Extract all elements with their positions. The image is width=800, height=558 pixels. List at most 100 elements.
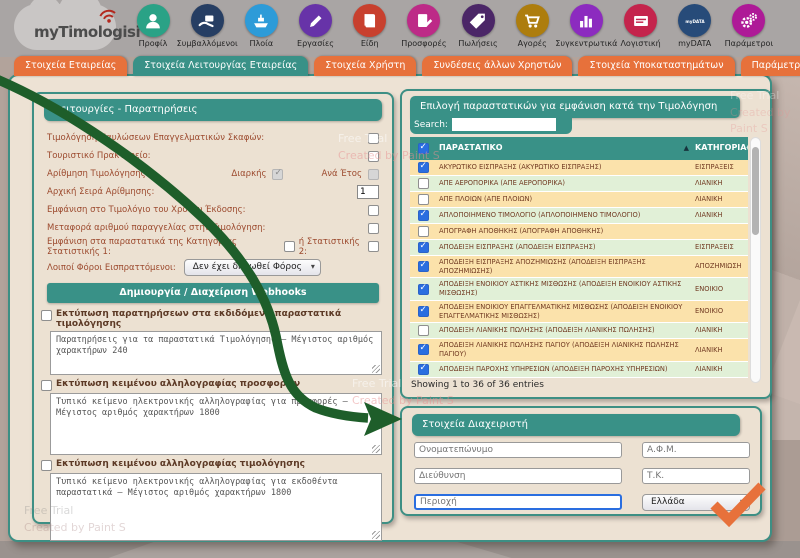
- toolbar-item-2[interactable]: Πλοία: [234, 4, 288, 54]
- row-checkbox[interactable]: [418, 210, 429, 221]
- tab-2[interactable]: Στοιχεία Λειτουργίας Εταιρείας: [133, 56, 308, 76]
- resize-handle-icon[interactable]: [372, 445, 380, 453]
- toolbar-item-9[interactable]: Λογιστική: [614, 4, 668, 54]
- serial-start-input[interactable]: [357, 185, 379, 199]
- row-checkbox[interactable]: [418, 194, 429, 205]
- row-checkbox[interactable]: [418, 284, 429, 295]
- table-row[interactable]: ΑΠΟΔΕΙΞΗ ΠΑΡΟΧΗΣ ΥΠΗΡΕΣΙΩΝ (ΑΠΟΔΕΙΞΗ ΠΑΡ…: [410, 362, 748, 378]
- toolbar-item-1[interactable]: Συμβαλλόμενοι: [180, 4, 234, 54]
- tab-3[interactable]: Στοιχεία Χρήστη: [314, 56, 416, 76]
- print-option-checkbox[interactable]: [41, 380, 52, 391]
- table-row[interactable]: ΑΠΛΟΠΟΙΗΜΕΝΟ ΤΙΜΟΛΟΓΙΟ (ΑΠΛΟΠΟΙΗΜΕΝΟ ΤΙΜ…: [410, 208, 748, 224]
- toolbar-item-7[interactable]: Αγορές: [505, 4, 559, 54]
- category-cell: ΕΝΟΙΚΙΟ: [692, 301, 748, 322]
- table-row[interactable]: ΑΚΥΡΩΤΙΚΟ ΕΙΣΠΡΑΞΗΣ (ΑΚΥΡΩΤΙΚΟ ΕΙΣΠΡΑΞΗΣ…: [410, 160, 748, 176]
- toolbar-item-label: Προσφορές: [401, 39, 446, 48]
- tab-5[interactable]: Στοιχεία Υποκαταστημάτων: [578, 56, 734, 76]
- tab-1[interactable]: Στοιχεία Εταιρείας: [14, 56, 127, 76]
- items-book-icon: [353, 4, 386, 37]
- desktop-background: [770, 57, 800, 542]
- resize-handle-icon[interactable]: [372, 365, 380, 373]
- print-option-checkbox[interactable]: [41, 460, 52, 471]
- toolbar-item-3[interactable]: Εργασίες: [289, 4, 343, 54]
- table-row[interactable]: ΑΠΟΔΕΙΞΗ ΛΙΑΝΙΚΗΣ ΠΩΛΗΣΗΣ ΠΑΓΙΟΥ (ΑΠΟΔΕΙ…: [410, 339, 748, 361]
- contractors-hand-icon: [191, 4, 224, 37]
- tk-input[interactable]: [642, 468, 750, 484]
- desktop-facet: [70, 541, 550, 558]
- row-checkbox[interactable]: [418, 261, 429, 272]
- toolbar-item-4[interactable]: Είδη: [343, 4, 397, 54]
- document-name-cell: ΑΠΟΓΡΑΦΗ ΑΠΟΘΗΚΗΣ (ΑΠΟΓΡΑΦΗ ΑΠΟΘΗΚΗΣ): [436, 224, 692, 239]
- profile-person-icon: [137, 4, 170, 37]
- table-row[interactable]: ΑΠΟΔΕΙΞΗ ΕΙΣΠΡΑΞΗΣ ΑΠΟΖΗΜΙΩΣΗΣ (ΑΠΟΔΕΙΞΗ…: [410, 256, 748, 278]
- document-name: ΑΠΕ ΑΕΡΟΠΟΡΙΚΑ (ΑΠΕ ΑΕΡΟΠΟΡΙΚΑ): [439, 179, 565, 188]
- document-name-cell: ΑΠΛΟΠΟΙΗΜΕΝΟ ΤΙΜΟΛΟΓΙΟ (ΑΠΛΟΠΟΙΗΜΕΝΟ ΤΙΜ…: [436, 208, 692, 223]
- table-row[interactable]: ΑΠΟΔΕΙΞΗ ΛΙΑΝΙΚΗΣ ΠΩΛΗΣΗΣ (ΑΠΟΔΕΙΞΗ ΛΙΑΝ…: [410, 323, 748, 339]
- documents-table: ΠΑΡΑΣΤΑΤΙΚΟ ▲ ΚΑΤΗΓΟΡΙΑ ▲▼ ΑΚΥΡΩΤΙΚΟ ΕΙΣ…: [410, 137, 748, 378]
- row-checkbox[interactable]: [418, 344, 429, 355]
- toolbar-item-10[interactable]: myDATAmyDATA: [668, 4, 722, 54]
- toolbar-item-5[interactable]: Προσφορές: [397, 4, 451, 54]
- category-cell: ΛΙΑΝΙΚΗ: [692, 339, 748, 360]
- offers-document-icon: [407, 4, 440, 37]
- resize-handle-icon[interactable]: [372, 531, 380, 539]
- table-row[interactable]: ΑΠΕ ΑΕΡΟΠΟΡΙΚΑ (ΑΠΕ ΑΕΡΟΠΟΡΙΚΑ)ΛΙΑΝΙΚΗ: [410, 176, 748, 192]
- row-checkbox[interactable]: [418, 226, 429, 237]
- row-checkbox[interactable]: [418, 178, 429, 189]
- print-text-wrap: Τυπικό κείμενο ηλεκτρονικής αλληλογραφία…: [50, 473, 382, 541]
- fullname-input[interactable]: [414, 442, 622, 458]
- select-all-checkbox[interactable]: [418, 143, 429, 154]
- print-textarea[interactable]: Τυπικό κείμενο ηλεκτρονικής αλληλογραφία…: [50, 393, 382, 455]
- table-header-row: ΠΑΡΑΣΤΑΤΙΚΟ ▲ ΚΑΤΗΓΟΡΙΑ ▲▼: [410, 137, 748, 160]
- toolbar-item-0[interactable]: Προφίλ: [126, 4, 180, 54]
- print-textarea[interactable]: Παρατηρήσεις για τα παραστατικά Τιμολόγη…: [50, 331, 382, 375]
- print-option-checkbox[interactable]: [41, 310, 52, 321]
- stat1-checkbox[interactable]: [284, 241, 295, 252]
- afm-input[interactable]: [642, 442, 750, 458]
- table-row[interactable]: ΑΠΟΔΕΙΞΗ ΕΙΣΠΡΑΞΗΣ (ΑΠΟΔΕΙΞΗ ΕΙΣΠΡΑΞΗΣ)Ε…: [410, 240, 748, 256]
- scrollbar-thumb[interactable]: [752, 147, 759, 235]
- row-checkbox[interactable]: [418, 162, 429, 173]
- toolbar-item-label: Είδη: [361, 39, 379, 48]
- setting-checkbox[interactable]: [368, 133, 379, 144]
- toolbar-item-11[interactable]: Παράμετροι: [722, 4, 776, 54]
- setting-label: Μεταφορά αριθμού παραγγελίας στην Τιμολό…: [47, 223, 265, 233]
- table-row[interactable]: ΑΠΟΔΕΙΞΗ ΕΝΟΙΚΙΟΥ ΑΣΤΙΚΗΣ ΜΙΣΘΩΣΗΣ (ΑΠΟΔ…: [410, 278, 748, 300]
- table-row[interactable]: ΑΠΟΔΕΙΞΗ ΕΝΟΙΚΙΟΥ ΕΠΑΓΓΕΛΜΑΤΙΚΗΣ ΜΙΣΘΩΣΗ…: [410, 301, 748, 323]
- webhooks-button[interactable]: Δημιουργία / Διαχείριση Webhooks: [47, 283, 379, 303]
- address-input[interactable]: [414, 468, 622, 484]
- main-toolbar: ΠροφίλΣυμβαλλόμενοιΠλοία Εργασίες Είδη Προσ…: [126, 4, 776, 54]
- tab-4[interactable]: Συνδέσεις άλλων Χρηστών: [422, 56, 572, 76]
- toolbar-item-6[interactable]: Πωλήσεις: [451, 4, 505, 54]
- print-textarea[interactable]: Τυπικό κείμενο ηλεκτρονικής αλληλογραφία…: [50, 473, 382, 541]
- print-sections: Εκτύπωση παρατηρήσεων στα εκδιδόμενα παρ…: [43, 309, 383, 541]
- table-row[interactable]: ΑΠΟΓΡΑΦΗ ΑΠΟΘΗΚΗΣ (ΑΠΟΓΡΑΦΗ ΑΠΟΘΗΚΗΣ): [410, 224, 748, 240]
- column-header-category[interactable]: ΚΑΤΗΓΟΡΙΑ ▲▼: [692, 141, 748, 155]
- table-row[interactable]: ΑΠΕ ΠΛΟΙΩΝ (ΑΠΕ ΠΛΟΙΩΝ)ΛΙΑΝΙΚΗ: [410, 192, 748, 208]
- area-input[interactable]: [414, 494, 622, 510]
- table-scrollbar[interactable]: [750, 137, 761, 383]
- search-input[interactable]: [452, 118, 556, 131]
- category-value: ΛΙΑΝΙΚΗ: [695, 346, 723, 355]
- column-header-document[interactable]: ΠΑΡΑΣΤΑΤΙΚΟ ▲: [436, 141, 692, 155]
- row-checkbox[interactable]: [418, 242, 429, 253]
- country-select[interactable]: Ελλάδα: [642, 494, 750, 511]
- row-checkbox[interactable]: [418, 364, 429, 375]
- numbering-option-checkbox: [272, 169, 283, 180]
- setting-checkbox[interactable]: [368, 223, 379, 234]
- setting-checkbox[interactable]: [368, 151, 379, 162]
- taxes-select[interactable]: Δεν έχει δηλωθεί Φόρος: [184, 259, 321, 276]
- document-name-cell: ΑΠΟΔΕΙΞΗ ΛΙΑΝΙΚΗΣ ΠΩΛΗΣΗΣ (ΑΠΟΔΕΙΞΗ ΛΙΑΝ…: [436, 323, 692, 338]
- stat2-checkbox[interactable]: [368, 241, 379, 252]
- toolbar-item-label: Λογιστική: [620, 39, 660, 48]
- row-checkbox[interactable]: [418, 325, 429, 336]
- toolbar-item-8[interactable]: Συγκεντρωτικά: [559, 4, 613, 54]
- sort-asc-icon: ▲: [684, 144, 689, 153]
- document-name-cell: ΑΠΕ ΠΛΟΙΩΝ (ΑΠΕ ΠΛΟΙΩΝ): [436, 192, 692, 207]
- category-cell: ΛΙΑΝΙΚΗ: [692, 192, 748, 207]
- tab-6[interactable]: Παράμετροι Προφίλ: [741, 56, 800, 76]
- category-value: ΑΠΟΖΗΜΙΩΣΗ: [695, 262, 742, 271]
- toolbar-item-label: Εργασίες: [297, 39, 334, 48]
- setting-checkbox[interactable]: [368, 205, 379, 216]
- row-checkbox[interactable]: [418, 306, 429, 317]
